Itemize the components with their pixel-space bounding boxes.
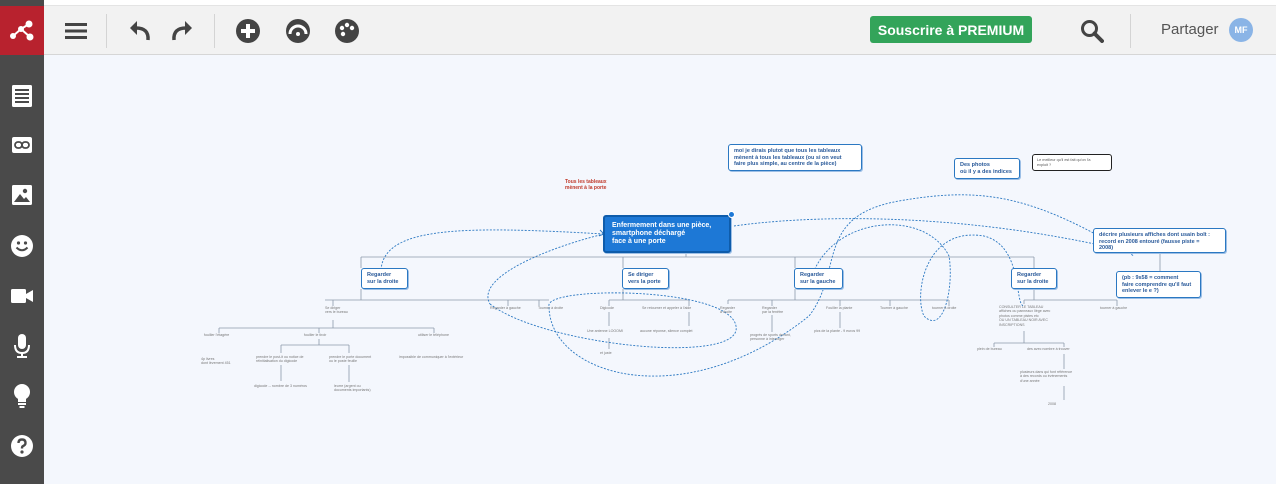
leaf-node[interactable]: pics de la plante - 9 euros 99 <box>814 329 860 333</box>
leaf-node[interactable]: Digicode <box>600 306 614 310</box>
leaf-node[interactable]: Fouiller la plante <box>826 306 852 310</box>
sidebar-link-button[interactable] <box>0 125 44 165</box>
mindmap-canvas[interactable]: Tous les tableaux mènent à la porte Enfe… <box>44 56 1276 484</box>
leaf-node[interactable]: leurre (argent ou documents importants) <box>334 384 371 393</box>
branch-node-door[interactable]: Se diriger vers la porte <box>622 268 669 289</box>
leaf-node[interactable]: fouiller l'étagère <box>204 333 229 337</box>
palette-icon <box>335 19 359 43</box>
leaf-node[interactable]: impossible de communiquer à l'extérieur <box>399 355 463 359</box>
toolbar-separator <box>106 14 107 48</box>
app-logo-icon <box>10 20 34 40</box>
redo-icon <box>172 21 192 41</box>
leaf-node[interactable]: Regarder par la fenêtre <box>762 306 783 315</box>
comment-node-tableaux[interactable]: moi je dirais plutot que tous les tablea… <box>728 144 862 171</box>
red-annotation: Tous les tableaux mènent à la porte <box>565 179 607 191</box>
toolbar: Souscrire à PREMIUM Partager MF <box>44 6 1276 55</box>
branch-node-left[interactable]: Regarder sur la gauche <box>794 268 843 289</box>
sidebar-emoji-button[interactable] <box>0 226 44 266</box>
leaf-node[interactable]: Regarder à droite <box>720 306 735 315</box>
premium-button[interactable]: Souscrire à PREMIUM <box>870 16 1032 43</box>
comment-node-photos[interactable]: Des photos où il y a des indices <box>954 158 1020 179</box>
smiley-icon <box>11 235 33 257</box>
toolbar-separator <box>214 14 215 48</box>
sidebar-video-button[interactable] <box>0 276 44 316</box>
app-window: Souscrire à PREMIUM Partager MF Tous les… <box>0 0 1276 484</box>
comment-node-poster[interactable]: décrire plusieurs affiches dont usain bo… <box>1093 228 1226 253</box>
lightbulb-icon <box>14 384 30 408</box>
comment-node-pb[interactable]: (pb : 9s58 = comment faire comprendre qu… <box>1116 271 1201 298</box>
branch-node-right-2[interactable]: Regarder sur la droite <box>1011 268 1057 289</box>
image-icon <box>12 185 32 205</box>
sidebar-notes-button[interactable] <box>0 76 44 116</box>
leaf-node[interactable]: et juste <box>600 351 612 355</box>
link-icon <box>12 137 32 153</box>
microphone-icon <box>14 334 30 358</box>
branch-node-right-1[interactable]: Regarder sur la droite <box>361 268 408 289</box>
menu-button[interactable] <box>58 13 94 49</box>
central-node[interactable]: Enfermement dans une pièce, smartphone d… <box>603 215 731 253</box>
share-button[interactable]: Partager <box>1161 21 1219 38</box>
comment-node-small[interactable]: Le meilleur qu'il est fait qu'on l'a exp… <box>1032 154 1112 171</box>
add-circle-icon <box>236 19 260 43</box>
notes-icon <box>12 85 32 107</box>
gauge-icon <box>286 19 310 43</box>
avatar[interactable]: MF <box>1229 18 1253 42</box>
leaf-node[interactable]: utiliser le téléphone <box>418 333 449 337</box>
help-icon <box>11 435 33 457</box>
palette-button[interactable] <box>329 13 365 49</box>
sidebar-image-button[interactable] <box>0 175 44 215</box>
search-button[interactable] <box>1074 13 1110 49</box>
leaf-node[interactable]: digicode -- nombre de 3 numéros <box>254 384 307 388</box>
leaf-node[interactable]: des avec nombre à trouver <box>1027 347 1070 351</box>
leaf-node[interactable]: Tourner à droite <box>538 306 563 310</box>
redo-button[interactable] <box>164 13 200 49</box>
leaf-node[interactable]: tourner à droite <box>932 306 956 310</box>
leaf-node[interactable]: progrès de sports devant, personne à int… <box>750 333 791 342</box>
hamburger-menu-icon <box>65 23 87 39</box>
leaf-node[interactable]: plusieurs dans qui font référence à des … <box>1020 370 1072 383</box>
leaf-node[interactable]: tourner à gauche <box>1100 306 1127 310</box>
leaf-node[interactable]: Regarder à gauche <box>490 306 521 310</box>
sidebar-idea-button[interactable] <box>0 376 44 416</box>
leaf-node[interactable]: 2008 <box>1048 402 1056 406</box>
app-logo[interactable] <box>0 6 44 55</box>
leaf-node[interactable]: fouiller le tiroir <box>304 333 326 337</box>
leaf-node[interactable]: plein de bureau <box>977 347 1002 351</box>
leaf-node[interactable]: 4p livres dont lèvement 451 <box>201 357 231 366</box>
leaf-node[interactable]: aucune réponse, silence complet <box>640 329 693 333</box>
add-child-dot[interactable] <box>728 211 735 218</box>
leaf-node[interactable]: prendre le porte document ou le poste fe… <box>329 355 371 364</box>
undo-button[interactable] <box>122 13 158 49</box>
add-node-button[interactable] <box>230 13 266 49</box>
leaf-node[interactable]: CONSULTER LE TABLEAU affiches ou panneau… <box>999 305 1050 327</box>
sidebar-help-button[interactable] <box>0 426 44 466</box>
toolbar-separator <box>1130 14 1131 48</box>
sidebar <box>0 0 44 484</box>
leaf-node[interactable]: Se diriger vers le bureau <box>325 306 348 315</box>
search-icon <box>1081 20 1104 43</box>
video-icon <box>11 289 33 303</box>
leaf-node[interactable]: Une antenne LOOOMI <box>587 329 623 333</box>
leaf-node[interactable]: prendre le post-it ou notice de réinitia… <box>256 355 304 364</box>
sidebar-audio-button[interactable] <box>0 326 44 366</box>
leaf-node[interactable]: Se retourner et appeler à l'aide <box>642 306 691 310</box>
style-button[interactable] <box>280 13 316 49</box>
undo-icon <box>130 21 150 41</box>
leaf-node[interactable]: Tourner à gauche <box>880 306 908 310</box>
